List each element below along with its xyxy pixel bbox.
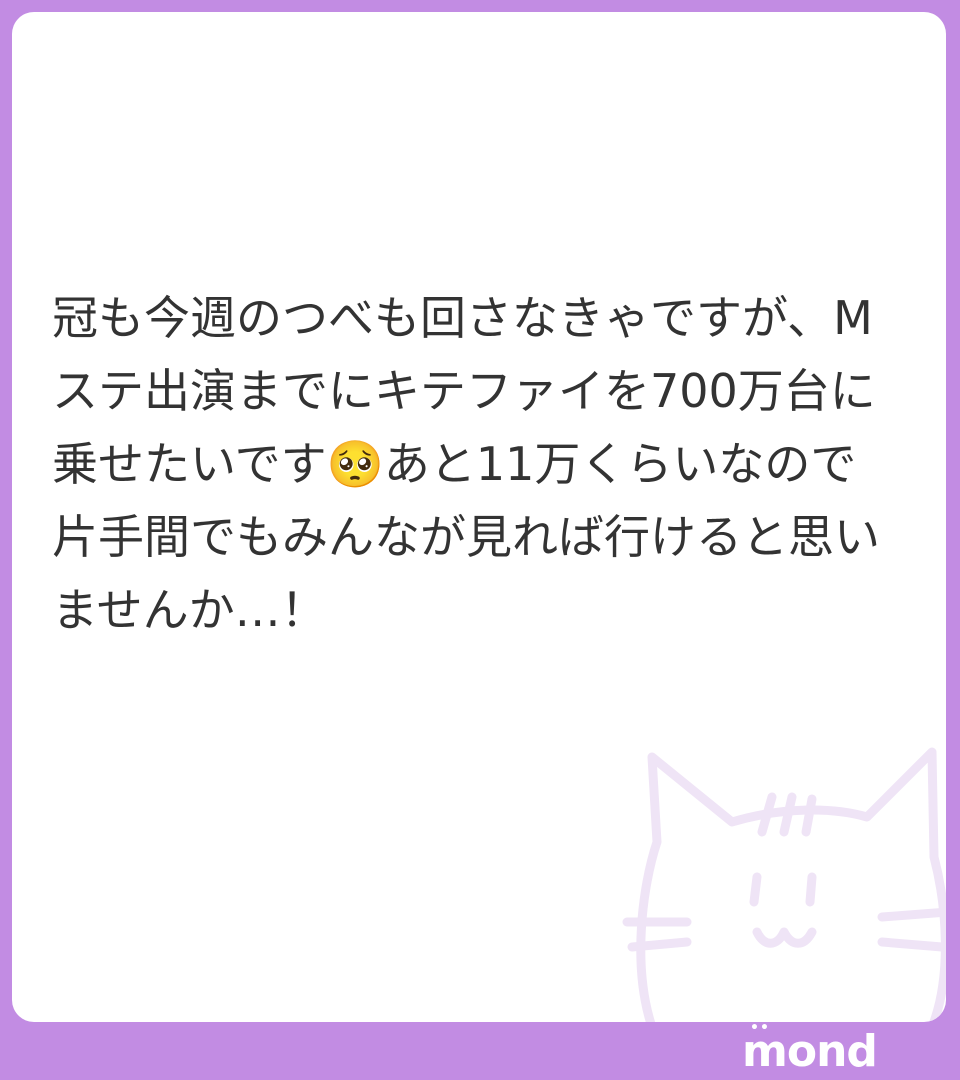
brand-logo-text: mond	[742, 1020, 878, 1077]
message-card: 冠も今週のつべも回さなきゃですが、Mステ出演までにキテファイを700万台に乗せた…	[12, 12, 946, 1022]
cat-face-icon	[622, 747, 946, 1022]
mond-logo: mond	[742, 1020, 878, 1077]
message-text: 冠も今週のつべも回さなきゃですが、Mステ出演までにキテファイを700万台に乗せた…	[52, 291, 880, 637]
